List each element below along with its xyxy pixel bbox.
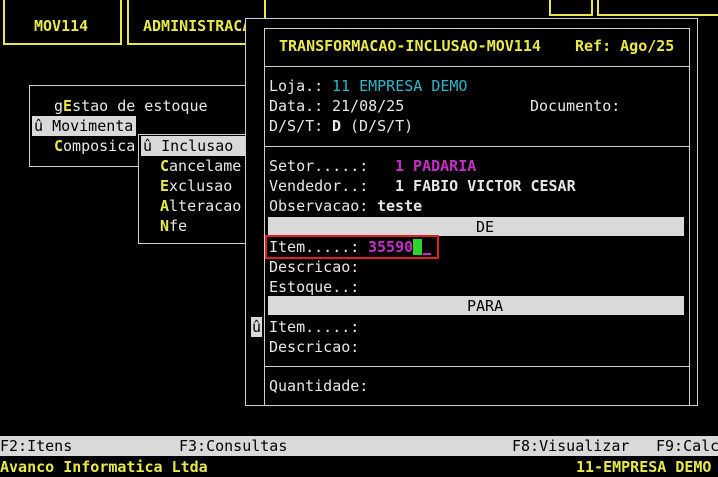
submenu-item-cancelamento[interactable]: Cancelame [160,156,241,176]
f9-calc[interactable]: F9:Calc [656,436,718,456]
tab-mov114-label: MOV114 [34,17,89,35]
menu-item-gestao[interactable]: gEstao de estoque [54,96,208,116]
item-input[interactable]: 35590 [368,237,413,257]
descricao-label: Descricao: [269,258,360,276]
para-header: PARA [467,297,504,315]
setor-value[interactable]: 1 PADARIA [395,156,476,176]
status-company-left: Avanco Informatica Ltda [0,458,208,476]
descricao2-label: Descricao: [269,338,360,356]
submenu-item-alteracao[interactable]: Alteracao [160,196,241,216]
tab-right-2[interactable] [597,0,718,16]
submenu-item-inclusao[interactable]: û Inclusao [143,136,233,156]
dialog-ref: Ref: Ago/25 [575,37,675,55]
text-cursor [413,239,422,255]
dialog-title: TRANSFORMACAO-INCLUSAO-MOV114 [279,37,541,55]
submenu-item-exclusao[interactable]: Exclusao [160,176,232,196]
side-marker: û [252,318,262,336]
setor-label: Setor.....: [269,157,369,175]
menu-item-movimenta[interactable]: û Movimenta [34,116,133,136]
quantidade-label: Quantidade: [269,377,369,395]
vendedor-label: Vendedor..: [269,177,369,195]
estoque-label: Estoque..: [269,278,360,296]
f2-itens[interactable]: F2:Itens [0,436,72,456]
tab-administracao-label: ADMINISTRACAO [143,17,261,35]
item2-label: Item.....: [269,318,360,336]
data-label: Data.: [269,97,324,115]
menu-item-composica[interactable]: Composica [54,136,135,156]
observacao-value[interactable]: teste [377,196,422,216]
documento-label: Documento: [530,97,621,115]
observacao-label: Observacao: [269,197,369,215]
loja-value: 11 EMPRESA DEMO [332,77,468,95]
submenu-item-nfe[interactable]: Nfe [160,216,187,236]
dst-label: D/S/T: [269,117,324,135]
input-underline [423,253,431,255]
dst-hint: (D/S/T) [350,117,414,135]
tab-right-1[interactable] [549,0,593,16]
dst-value[interactable]: D [332,116,341,136]
status-company-right: 11-EMPRESA DEMO [576,458,712,476]
data-value[interactable]: 21/08/25 [332,96,404,116]
de-header: DE [476,218,495,236]
loja-label: Loja.: [269,77,324,95]
f8-visualizar[interactable]: F8:Visualizar [512,436,629,456]
divider [265,66,689,67]
vendedor-value[interactable]: 1 FABIO VICTOR CESAR [395,176,576,196]
f3-consultas[interactable]: F3:Consultas [179,436,287,456]
divider [265,146,689,147]
item-label: Item.....: [269,238,360,256]
divider [265,366,689,367]
